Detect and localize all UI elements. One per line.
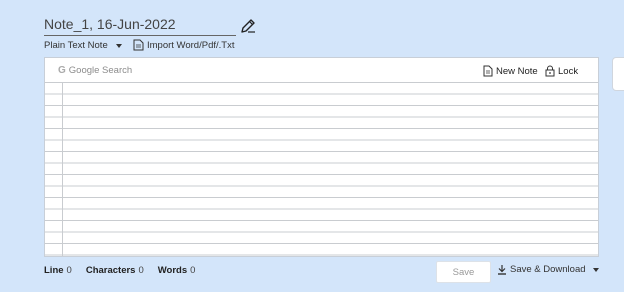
new-note-button[interactable]: New Note	[483, 65, 538, 77]
save-button[interactable]: Save	[436, 261, 491, 283]
lock-label: Lock	[558, 65, 579, 77]
new-note-label: New Note	[496, 65, 538, 77]
margin-line	[62, 82, 63, 256]
chevron-down-icon	[592, 267, 599, 272]
google-search-button[interactable]: G Google Search	[58, 65, 132, 76]
note-text-area[interactable]	[45, 82, 598, 256]
line-count: Line 0	[44, 265, 72, 276]
note-title-input[interactable]	[44, 14, 236, 36]
note-editor: G Google Search New Note Lock	[44, 57, 599, 257]
lock-button[interactable]: Lock	[545, 65, 578, 77]
save-download-button[interactable]: Save & Download	[497, 264, 599, 275]
note-type-dropdown[interactable]: Plain Text Note	[44, 40, 122, 51]
new-note-icon	[483, 65, 493, 77]
pencil-icon[interactable]	[240, 18, 256, 34]
save-download-label: Save & Download	[510, 264, 586, 275]
note-stats: Line 0 Characters 0 Words 0	[44, 265, 195, 276]
lock-icon	[545, 65, 555, 77]
character-count: Characters 0	[85, 265, 144, 276]
word-count: Words 0	[157, 265, 196, 276]
download-icon	[498, 265, 506, 275]
import-label: Import Word/Pdf/.Txt	[147, 39, 235, 51]
editor-toolbar: G Google Search New Note Lock	[45, 58, 598, 82]
google-search-label: Google Search	[68, 65, 133, 76]
google-icon: G	[58, 65, 66, 76]
note-type-label: Plain Text Note	[44, 40, 108, 51]
import-button[interactable]: Import Word/Pdf/.Txt	[133, 39, 234, 51]
import-doc-icon	[133, 39, 144, 51]
chevron-down-icon	[115, 43, 122, 48]
side-panel-tab[interactable]	[612, 57, 624, 91]
